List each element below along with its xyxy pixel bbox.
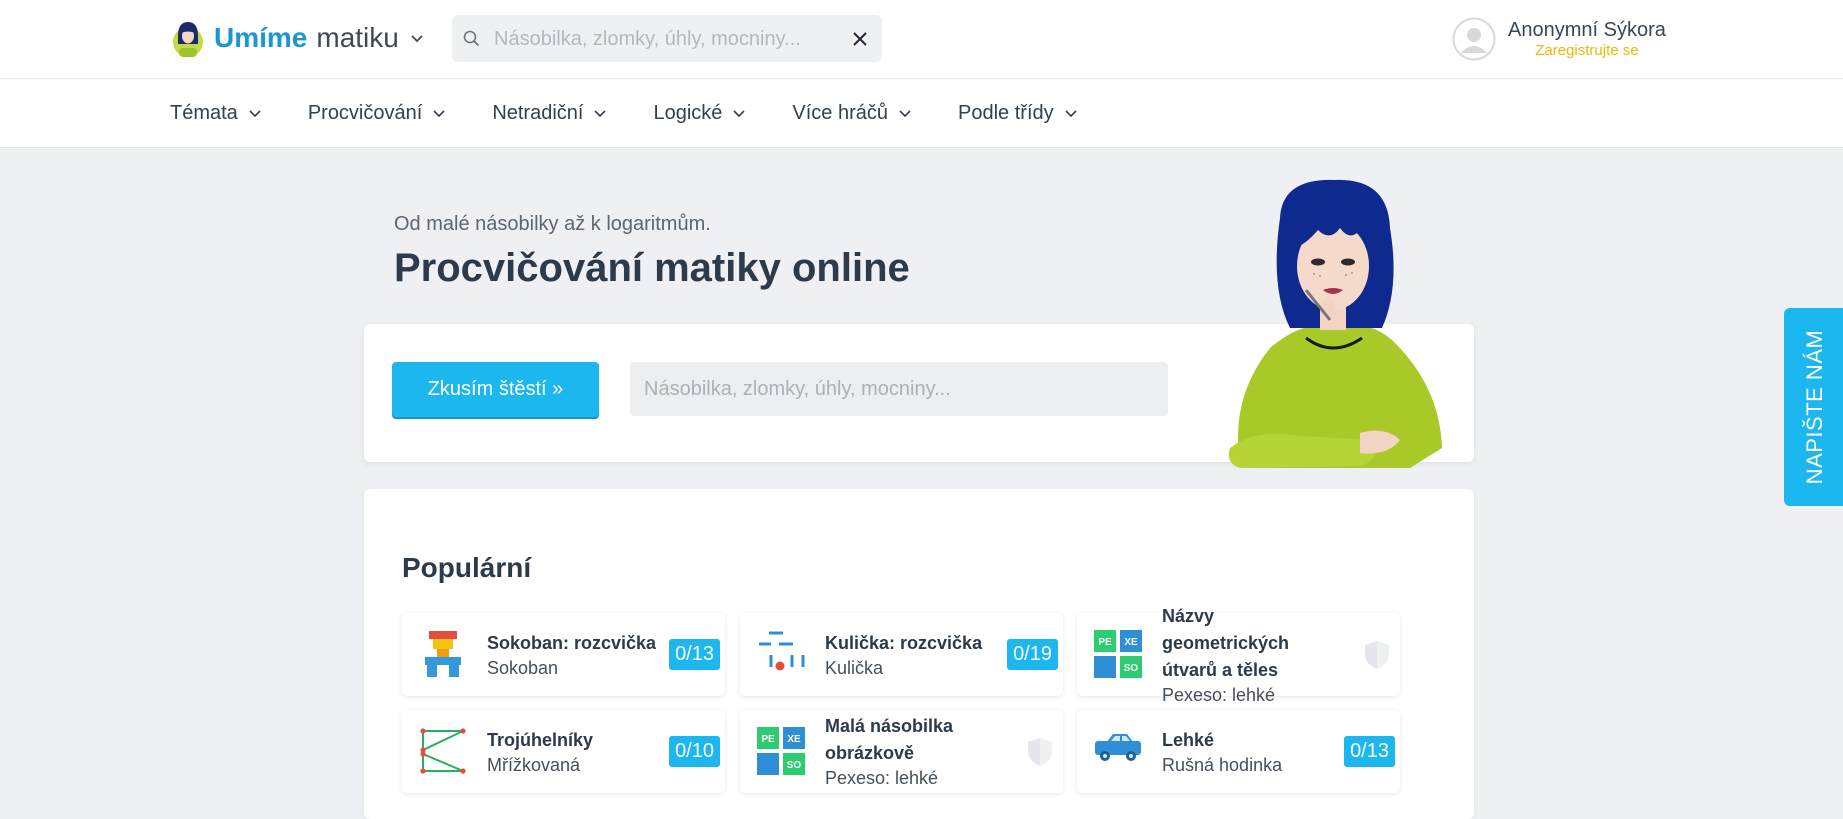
tile-category: Rušná hodinka [1162,754,1283,775]
page-title: Procvičování matiky online [394,246,910,290]
nav-item-procvicovani[interactable]: Procvičování [308,102,447,125]
chevron-down-icon [899,110,911,118]
svg-text:XE: XE [1124,637,1138,648]
popular-tile[interactable]: Trojúhelníky Mřížkovaná 0/10 [402,710,725,793]
hero-search-input[interactable] [630,362,1168,416]
tile-title: Kulička: rozcvička [825,632,983,653]
tile-category: Pexeso: lehké [825,768,939,788]
ball-game-icon [759,631,805,671]
brand-subject: matiku [316,22,399,53]
svg-text:XE: XE [787,734,801,745]
nav-item-label: Logické [653,101,723,124]
user-avatar-icon [1452,17,1496,61]
pexeso-icon: PE XE SO [757,727,805,775]
popular-tile[interactable]: Sokoban: rozcvička Sokoban 0/13 [402,613,725,696]
progress-badge: 0/10 [669,736,720,767]
car-icon [1095,734,1141,761]
tile-title: Lehké [1162,729,1215,750]
top-search-box [452,15,882,64]
svg-text:PE: PE [1098,637,1112,648]
progress-badge: 0/13 [669,639,720,670]
nav-item-vice-hracu[interactable]: Více hráčů [792,102,912,125]
chevron-down-icon[interactable] [409,30,425,46]
tile-title: Malá násobilka obrázkově [825,716,954,763]
svg-text:SO: SO [1124,663,1139,674]
feedback-label: NAPIŠTE NÁM [1802,329,1827,485]
close-icon[interactable] [850,29,870,49]
mascot-illustration [1228,179,1442,468]
progress-badge: 0/13 [1344,736,1395,767]
nav-item-logicke[interactable]: Logické [653,102,746,125]
pexeso-icon: PE XE SO [1094,630,1142,678]
shield-icon [1365,641,1389,669]
tile-title: Trojúhelníky [487,729,594,750]
nav-item-label: Procvičování [307,101,423,124]
chevron-down-icon [249,110,261,118]
nav-item-label: Podle třídy [958,101,1054,124]
search-icon [463,30,480,47]
user-name: Anonymní Sýkora [1508,19,1666,41]
nav-item-label: Netradiční [492,101,584,124]
section-title: Populární [402,552,532,583]
svg-text:PE: PE [761,734,775,745]
nav-item-label: Více hráčů [792,101,889,124]
popular-tile[interactable]: Kulička: rozcvička Kulička 0/19 [740,613,1063,696]
register-link[interactable]: Zaregistrujte se [1535,42,1638,60]
tile-category: Pexeso: lehké [1162,684,1276,705]
popular-tile[interactable]: Lehké Rušná hodinka 0/13 [1077,710,1400,793]
nav-item-label: Témata [170,101,238,124]
popular-section: Populární Sokoban: rozcvička Sokoban 0/1… [364,489,1474,819]
mascot-logo-icon [173,22,203,57]
top-bar: Umíme matiku Anonymní Sýkora Zaregistruj… [0,0,1843,79]
triangles-icon [420,728,466,774]
sokoban-icon [425,631,461,677]
tile-title: Názvy geometrických útvarů a těles [1162,605,1290,680]
logo[interactable]: Umíme matiku [170,16,425,60]
top-search-input[interactable] [492,15,826,64]
tile-title: Sokoban: rozcvička [487,632,657,653]
popular-tile[interactable]: PE XE SO Malá násobilka obrázkově Pexeso… [740,710,1063,793]
svg-text:SO: SO [787,760,802,771]
feedback-tab[interactable]: NAPIŠTE NÁM [1784,308,1843,506]
try-luck-button[interactable]: Zkusím štěstí » [392,362,599,417]
main-nav: Témata Procvičování Netradiční Logické V… [0,79,1843,148]
nav-item-netradicni[interactable]: Netradiční [492,102,607,125]
tile-category: Kulička [825,657,884,678]
hero-subtitle: Od malé násobilky až k logaritmům. [394,213,711,235]
tile-category: Sokoban [487,657,559,678]
brand-name: Umíme [214,22,308,53]
shield-icon [1028,738,1052,766]
nav-item-podle-tridy[interactable]: Podle třídy [958,102,1078,125]
chevron-down-icon [733,110,745,118]
chevron-down-icon [594,110,607,118]
progress-badge: 0/19 [1007,639,1058,670]
tile-category: Mřížkovaná [487,754,581,775]
chevron-down-icon [433,110,445,118]
nav-item-temata[interactable]: Témata [170,102,262,125]
popular-tile[interactable]: PE XE SO Názvy geometrických útvarů a tě… [1077,606,1400,705]
chevron-down-icon [1065,110,1077,118]
user-menu[interactable]: Anonymní Sýkora Zaregistrujte se [1452,16,1666,62]
